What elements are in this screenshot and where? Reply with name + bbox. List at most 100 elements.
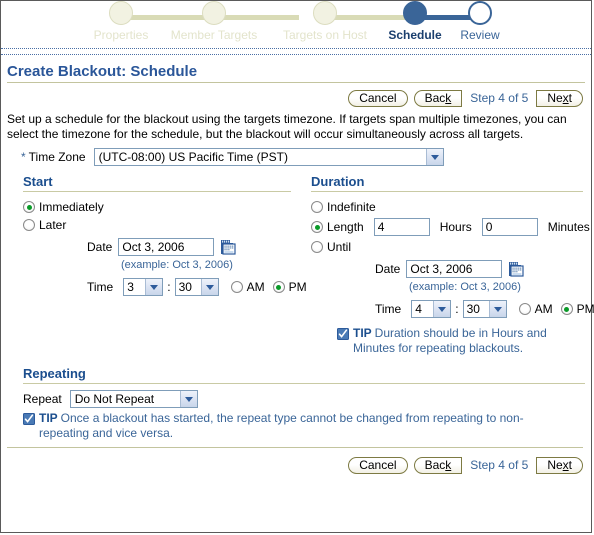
step-indicator: Step 4 of 5	[470, 91, 529, 105]
start-date-label: Date	[87, 240, 113, 254]
duration-time-row: Time 4 : 30 AM PM	[311, 293, 594, 318]
start-date-input[interactable]: Oct 3, 2006	[118, 238, 215, 256]
back-button-label-pre: Bac	[424, 90, 446, 105]
chevron-down-icon[interactable]	[433, 301, 451, 317]
radio-duration-indefinite[interactable]	[311, 201, 323, 213]
start-time-row: Time 3 : 30 AM PM	[23, 271, 307, 296]
chevron-down-icon[interactable]	[179, 391, 197, 407]
cancel-button-bottom[interactable]: Cancel	[348, 456, 408, 474]
repeating-tip: TIP Once a blackout has started, the repe…	[23, 411, 571, 441]
tip-check-icon	[23, 413, 35, 425]
radio-start-am[interactable]	[230, 281, 243, 293]
wizard-train: Properties Member Targets Targets on Hos…	[1, 1, 591, 48]
required-indicator: *	[21, 150, 26, 164]
train-step-label: Targets on Host	[282, 28, 368, 42]
train-step-label: Schedule	[388, 28, 442, 42]
train-node-circle	[109, 1, 133, 25]
back-button-accesskey: k	[445, 457, 452, 472]
train-node-circle	[468, 1, 492, 25]
duration-minute-select[interactable]: 30	[462, 300, 507, 318]
next-button-label-post: t	[568, 457, 572, 472]
cancel-button[interactable]: Cancel	[348, 89, 408, 107]
chevron-down-icon[interactable]	[425, 149, 443, 165]
train-step-review[interactable]: Review	[447, 1, 513, 42]
start-hour-select[interactable]: 3	[123, 278, 164, 296]
duration-until-row[interactable]: Until	[311, 238, 591, 256]
repeating-section: Repeating Repeat Do Not Repeat TIP Once a…	[1, 356, 591, 441]
start-immediately-label: Immediately	[39, 200, 104, 214]
duration-date-example: (example: Oct 3, 2006)	[409, 281, 521, 293]
start-minute-value: 30	[178, 280, 192, 294]
radio-start-immediately[interactable]	[23, 201, 35, 213]
start-am-label: AM	[246, 280, 265, 294]
calendar-icon[interactable]	[220, 239, 236, 255]
start-time-label: Time	[87, 280, 114, 294]
calendar-icon[interactable]	[508, 261, 524, 277]
radio-duration-am[interactable]	[518, 303, 531, 315]
radio-start-later[interactable]	[23, 219, 35, 231]
next-button-label-post: t	[568, 90, 572, 105]
repeat-row: Repeat Do Not Repeat	[23, 390, 585, 411]
train-step-targets-on-host[interactable]: Targets on Host	[267, 1, 383, 42]
radio-duration-until[interactable]	[311, 241, 323, 253]
duration-tip: TIP Duration should be in Hours and Minut…	[311, 318, 567, 356]
radio-duration-length[interactable]	[311, 221, 323, 233]
start-time-separator: :	[167, 280, 171, 294]
timezone-select[interactable]: (UTC-08:00) US Pacific Time (PST)	[93, 148, 444, 166]
tip-check-icon	[337, 328, 349, 340]
train-step-label: Review	[460, 28, 500, 42]
start-minute-select[interactable]: 30	[174, 278, 219, 296]
train-step-label: Member Targets	[170, 28, 258, 42]
duration-hour-value: 4	[415, 302, 422, 316]
duration-hours-input[interactable]: 4	[373, 218, 430, 236]
duration-indefinite-label: Indefinite	[327, 200, 376, 214]
duration-tip-body: TIP Duration should be in Hours and Minut…	[353, 326, 567, 356]
duration-minutes-input[interactable]: 0	[481, 218, 538, 236]
start-immediately-row[interactable]: Immediately	[23, 198, 301, 216]
instruction-text: Set up a schedule for the blackout using…	[7, 112, 567, 141]
bottom-button-row: Cancel Bac k Step 4 of 5 Ne x t	[1, 448, 591, 476]
duration-divider	[311, 191, 583, 192]
chevron-down-icon[interactable]	[145, 279, 163, 295]
duration-until-label: Until	[327, 240, 352, 254]
repeating-tip-word: TIP	[39, 411, 58, 425]
page-header: Create Blackout: Schedule	[1, 55, 591, 83]
next-button-label-pre: Ne	[547, 457, 563, 472]
chevron-down-icon[interactable]	[200, 279, 218, 295]
page-title: Create Blackout: Schedule	[7, 63, 198, 80]
duration-time-separator: :	[455, 302, 459, 316]
duration-time-label: Time	[375, 302, 402, 316]
back-button-label-pre: Bac	[424, 457, 446, 472]
next-button-bottom[interactable]: Ne x t	[536, 456, 583, 474]
duration-tip-word: TIP	[353, 326, 372, 340]
train-step-properties[interactable]: Properties	[79, 1, 163, 42]
duration-am-label: AM	[534, 302, 553, 316]
chevron-down-icon[interactable]	[488, 301, 506, 317]
duration-length-row[interactable]: Length 4 Hours 0 Minutes	[311, 216, 591, 238]
start-later-label: Later	[39, 218, 67, 232]
back-button[interactable]: Bac k	[413, 89, 463, 107]
duration-date-input[interactable]: Oct 3, 2006	[406, 260, 503, 278]
duration-section: Duration Indefinite Length 4 Hours 0 Min…	[301, 174, 594, 356]
duration-minute-value: 30	[466, 302, 480, 316]
timezone-row: * Time Zone (UTC-08:00) US Pacific Time …	[21, 142, 591, 166]
radio-duration-pm[interactable]	[560, 303, 573, 315]
start-date-example: (example: Oct 3, 2006)	[121, 259, 233, 271]
duration-hours-label: Hours	[439, 220, 472, 234]
duration-hour-select[interactable]: 4	[411, 300, 452, 318]
start-hour-value: 3	[127, 280, 134, 294]
start-date-row: Date Oct 3, 2006	[23, 234, 301, 256]
duration-length-label: Length	[327, 220, 364, 234]
duration-indefinite-row[interactable]: Indefinite	[311, 198, 591, 216]
radio-start-pm[interactable]	[272, 281, 285, 293]
train-node-circle	[403, 1, 427, 25]
repeat-select[interactable]: Do Not Repeat	[69, 390, 198, 408]
back-button-bottom[interactable]: Bac k	[413, 456, 463, 474]
schedule-columns: Start Immediately Later Date Oct 3, 2006	[1, 166, 594, 356]
start-heading: Start	[23, 174, 53, 189]
train-node-circle	[202, 1, 226, 25]
next-button[interactable]: Ne x t	[536, 89, 583, 107]
train-step-member-targets[interactable]: Member Targets	[158, 1, 270, 42]
start-later-row[interactable]: Later	[23, 216, 301, 234]
train-step-schedule[interactable]: Schedule	[379, 1, 451, 42]
